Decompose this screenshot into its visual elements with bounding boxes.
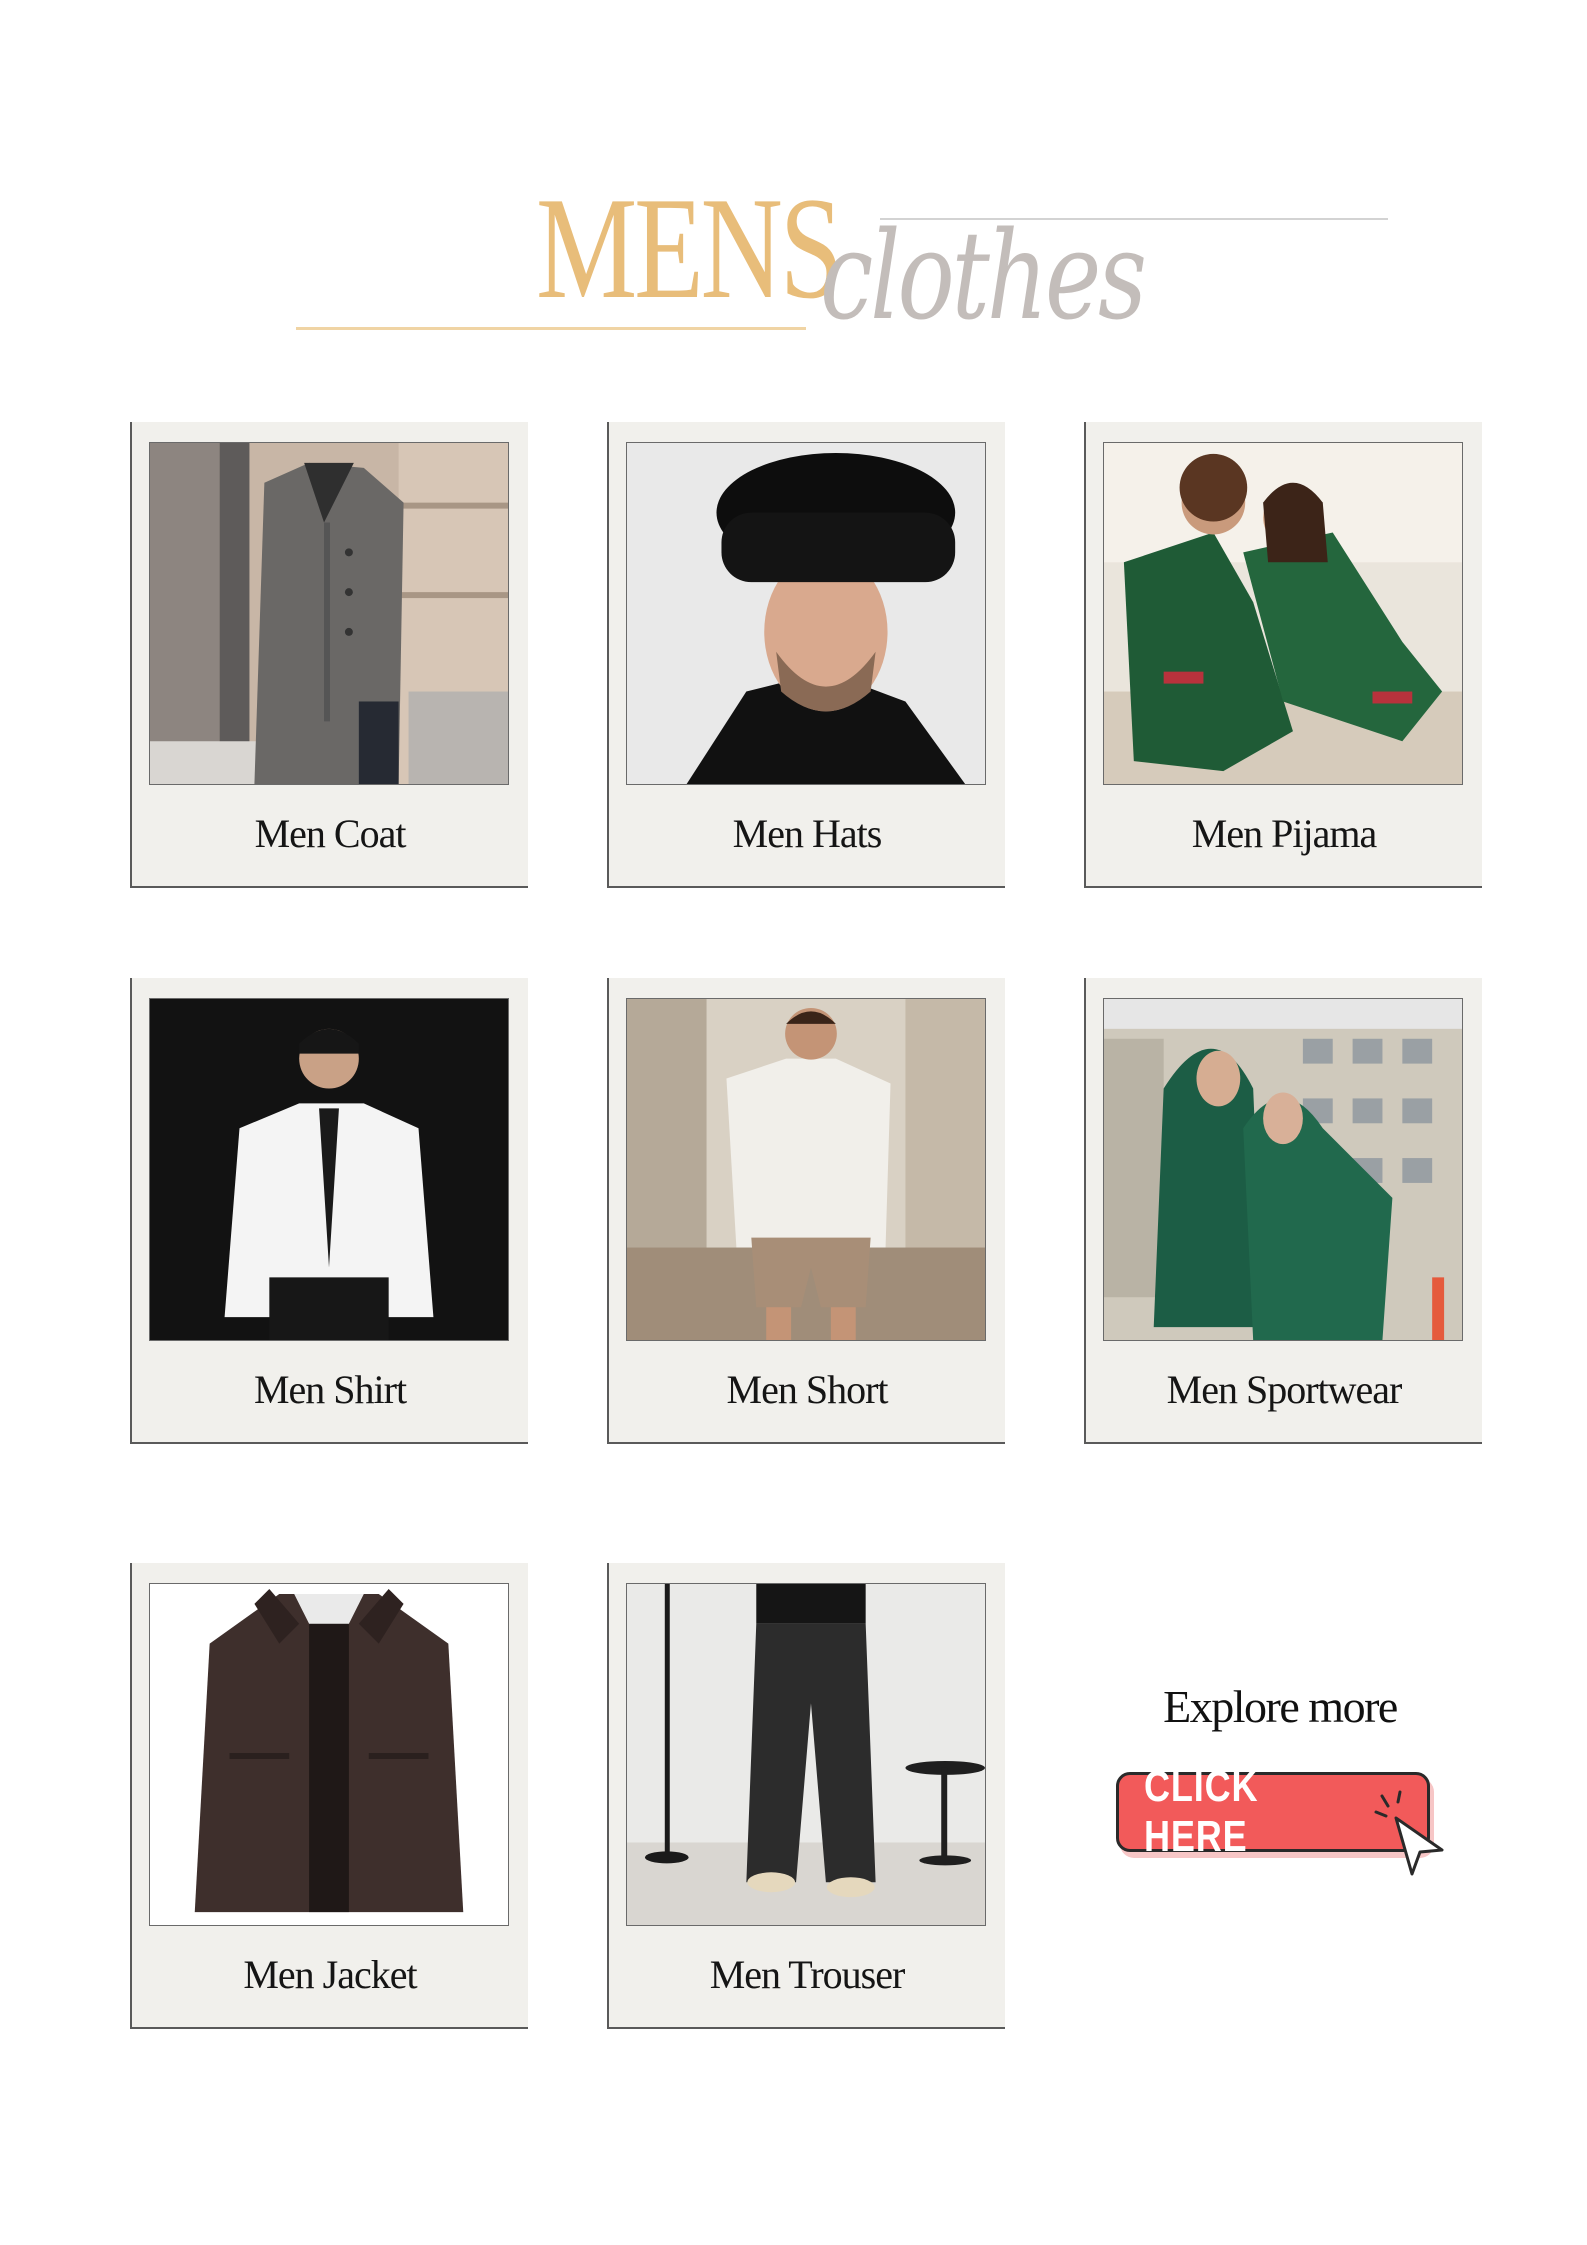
trouser-photo	[626, 1583, 986, 1926]
category-label: Men Sportwear	[1166, 1367, 1403, 1412]
title-word-clothes: clothes	[820, 205, 1147, 347]
category-card-coat[interactable]: Men Coat	[130, 422, 528, 888]
category-label: Men Trouser	[709, 1952, 906, 1997]
leather-jacket-photo	[149, 1583, 509, 1926]
category-label: Men Coat	[254, 811, 407, 856]
sportwear-photo	[1103, 998, 1463, 1341]
category-card-trouser[interactable]: Men Trouser	[607, 1563, 1005, 2029]
coat-photo	[149, 442, 509, 785]
pajama-photo	[1103, 442, 1463, 785]
category-card-sportwear[interactable]: Men Sportwear	[1084, 978, 1482, 1444]
category-card-pijama[interactable]: Men Pijama	[1084, 422, 1482, 888]
click-here-label: CLICK HERE	[1144, 1762, 1259, 1861]
title-word-mens: MENS	[536, 167, 843, 329]
pointer-cursor-icon	[1374, 1790, 1444, 1876]
category-card-shirt[interactable]: Men Shirt	[130, 978, 528, 1444]
category-label: Men Hats	[732, 811, 883, 856]
category-label: Men Shirt	[253, 1367, 407, 1412]
category-card-hats[interactable]: Men Hats	[607, 422, 1005, 888]
shirt-photo	[149, 998, 509, 1341]
category-label: Men Jacket	[243, 1952, 417, 1997]
explore-heading: Explore more	[1163, 1681, 1398, 1732]
catalog-page: MENS clothes Men Coat Men Hats Men Pijam…	[0, 0, 1587, 2245]
category-label: Men Short	[726, 1367, 889, 1412]
fur-hat-photo	[626, 442, 986, 785]
category-card-jacket[interactable]: Men Jacket	[130, 1563, 528, 2029]
category-label: Men Pijama	[1191, 811, 1377, 856]
shorts-photo	[626, 998, 986, 1341]
category-card-short[interactable]: Men Short	[607, 978, 1005, 1444]
